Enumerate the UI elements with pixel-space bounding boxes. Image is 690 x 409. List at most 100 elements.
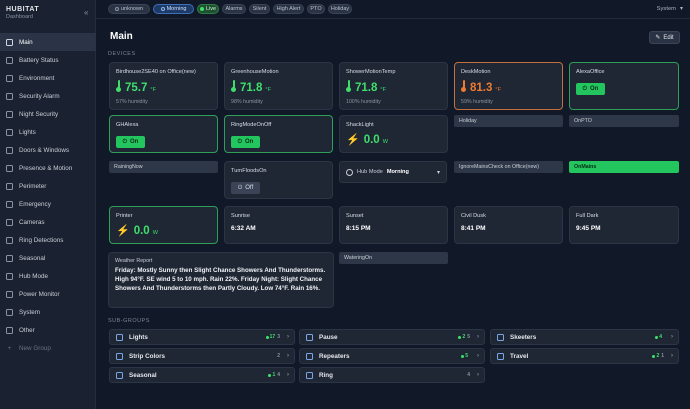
pill-silent[interactable]: Silent — [249, 4, 270, 14]
plus-icon: + — [7, 344, 12, 352]
subgroup-seasonal[interactable]: Seasonal 14 › — [109, 367, 295, 383]
hub-mode-select[interactable]: Hub Mode Morning ▾ — [339, 161, 447, 183]
subgroup-repeaters[interactable]: Repeaters 5 › — [299, 348, 485, 364]
device-card-birdhouse[interactable]: Birdhouse2SE40 on Office(new) 75.7 °F 57%… — [109, 62, 218, 110]
subgroup-counts: 21 — [652, 353, 664, 359]
on-dot-icon — [265, 335, 269, 339]
chip-onpto[interactable]: OnPTO — [569, 115, 679, 127]
switch-state: On — [130, 139, 139, 145]
status-pill-unknown[interactable]: unknown — [108, 4, 150, 14]
subgroup-counts: 17 3 — [265, 334, 280, 340]
folder-icon — [116, 333, 123, 341]
sidebar-item-battery-status[interactable]: Battery Status — [0, 51, 96, 69]
pill-label: Silent — [252, 6, 267, 12]
switch-state: On — [245, 139, 254, 145]
folder-icon — [6, 326, 13, 334]
subgroup-name: Seasonal — [129, 371, 157, 379]
chip-watering[interactable]: WateringOn — [339, 252, 448, 264]
mode-pill-morning[interactable]: Morning — [153, 4, 194, 14]
system-menu-button[interactable]: System — [657, 6, 676, 12]
live-pill[interactable]: Live — [197, 4, 219, 14]
device-card-desk[interactable]: DeskMotion 81.3 °F 59% humidity — [454, 62, 563, 110]
subgroup-name: Lights — [129, 333, 148, 341]
sidebar-item-security-alarm[interactable]: Security Alarm — [0, 87, 96, 105]
switch-on-button[interactable]: ⏻ On — [231, 136, 260, 148]
subgroup-strip-colors[interactable]: Strip Colors 2 › — [109, 348, 295, 364]
device-name: Birdhouse2SE40 on Office(new) — [116, 69, 196, 75]
subgroup-skeeters[interactable]: Skeeters 4 › — [490, 329, 679, 345]
on-dot-icon — [652, 354, 656, 358]
chevron-down-icon[interactable]: ▾ — [680, 5, 683, 12]
subgroup-counts: 25 — [458, 334, 470, 340]
chip-onmains[interactable]: OnMains — [569, 161, 679, 173]
device-card-ringmode[interactable]: RingModeOnOff ⏻ On — [224, 115, 333, 153]
switch-state: On — [590, 86, 599, 92]
switch-off-button[interactable]: ⏻ Off — [231, 182, 260, 194]
bell-icon — [6, 236, 13, 244]
humidity: 57% humidity — [116, 99, 148, 105]
subgroup-counts: 4 — [467, 372, 470, 378]
brand-subtitle: Dashboard — [6, 14, 33, 20]
sidebar-item-cameras[interactable]: Cameras — [0, 213, 96, 231]
sidebar-item-label: Security Alarm — [19, 92, 60, 100]
device-card-printer[interactable]: Printer ⚡ 0.0 W — [109, 206, 218, 244]
switch-on-button[interactable]: ⏻ On — [576, 83, 605, 95]
sidebar-item-hub-mode[interactable]: Hub Mode — [0, 267, 96, 285]
sidebar-item-ring-detections[interactable]: Ring Detections — [0, 231, 96, 249]
new-group-button[interactable]: + New Group — [0, 339, 96, 357]
sidebar-item-presence-motion[interactable]: Presence & Motion — [0, 159, 96, 177]
chip-ignoremains[interactable]: IgnoreMainsCheck on Office(new) — [454, 161, 563, 173]
sidebar-item-system[interactable]: System — [0, 303, 96, 321]
device-card-sunrise: Sunrise 6:32 AM — [224, 206, 333, 244]
pill-holiday[interactable]: Holiday — [328, 4, 352, 14]
sidebar-item-seasonal[interactable]: Seasonal — [0, 249, 96, 267]
shield-icon — [6, 92, 13, 100]
chip-holiday[interactable]: Holiday — [454, 115, 563, 127]
sidebar-item-emergency[interactable]: Emergency — [0, 195, 96, 213]
sidebar-item-label: Ring Detections — [19, 236, 64, 244]
device-name: RingModeOnOff — [231, 122, 272, 128]
pill-alarms[interactable]: Alarms — [222, 4, 246, 14]
switch-on-button[interactable]: ⏻ On — [116, 136, 145, 148]
on-dot-icon — [461, 354, 465, 358]
collapse-sidebar-icon[interactable]: « — [84, 8, 88, 17]
sidebar-item-other[interactable]: Other — [0, 321, 96, 339]
sidebar: HUBITAT Dashboard « Main Battery Status … — [0, 0, 96, 409]
sidebar-item-main[interactable]: Main — [0, 33, 96, 51]
sidebar-item-lights[interactable]: Lights — [0, 123, 96, 141]
subgroup-travel[interactable]: Travel 21 › — [490, 348, 679, 364]
off-count: 4 — [277, 372, 280, 378]
device-card-greenhouse[interactable]: GreenhouseMotion 71.8 °F 98% humidity — [224, 62, 333, 110]
sidebar-item-night-security[interactable]: Night Security — [0, 105, 96, 123]
chip-raining[interactable]: RainingNow — [109, 161, 218, 173]
chevron-right-icon: › — [477, 334, 479, 340]
temp-value: 71.8 — [240, 82, 263, 94]
sidebar-item-power-monitor[interactable]: Power Monitor — [0, 285, 96, 303]
pill-pto[interactable]: PTO — [307, 4, 325, 14]
time-value: 6:32 AM — [231, 225, 256, 232]
temp-unit: °F — [380, 87, 386, 93]
edit-button[interactable]: ✎ Edit — [649, 31, 680, 44]
on-count: 1 — [272, 372, 276, 378]
device-card-shower[interactable]: ShowerMotionTemp 71.8 °F 100% humidity — [339, 62, 448, 110]
subgroup-ring[interactable]: Ring 4 › — [299, 367, 485, 383]
device-name: AlexaOffice — [576, 69, 605, 75]
chevron-right-icon: › — [287, 372, 289, 378]
gear-icon — [6, 308, 13, 316]
device-card-ghalexa[interactable]: GHAlexa ⏻ On — [109, 115, 218, 153]
off-count: 3 — [277, 334, 280, 340]
temp-value: 71.8 — [355, 82, 378, 94]
humidity: 98% humidity — [231, 99, 263, 105]
sidebar-item-perimeter[interactable]: Perimeter — [0, 177, 96, 195]
device-card-shacklight[interactable]: ShackLight ⚡ 0.0 W — [339, 115, 448, 153]
sidebar-item-environment[interactable]: Environment — [0, 69, 96, 87]
subgroup-lights[interactable]: Lights 17 3 › — [109, 329, 295, 345]
pill-label: Morning — [166, 6, 187, 12]
pill-high-alert[interactable]: High Alert — [273, 4, 304, 14]
sidebar-item-doors-windows[interactable]: Doors & Windows — [0, 141, 96, 159]
pill-label: PTO — [310, 6, 322, 12]
device-card-turnfloods[interactable]: TurnFloodsOn ⏻ Off — [224, 161, 333, 199]
device-card-alexa-office[interactable]: AlexaOffice ⏻ On — [569, 62, 679, 110]
sidebar-item-label: Environment — [19, 74, 55, 82]
subgroup-pause[interactable]: Pause 25 › — [299, 329, 485, 345]
